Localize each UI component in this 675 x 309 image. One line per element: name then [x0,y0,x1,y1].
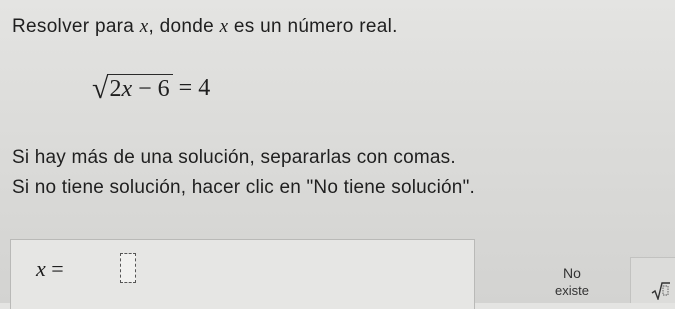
square-root-button[interactable] [630,257,675,303]
no-solution-label-line2: existe [555,283,589,298]
square-root-icon [651,282,670,300]
radicand-coefficient: 2 [109,75,122,102]
no-solution-button[interactable]: No existe [532,257,612,307]
answer-equals: = [45,256,64,281]
instruction-no-solution: Si no tiene solución, hacer clic en "No … [12,177,475,198]
instruction-multiple-solutions: Si hay más de una solución, separarlas c… [12,147,456,168]
equation: √ 2x − 6 = 4 [92,68,210,108]
radicand: 2x − 6 [107,73,173,103]
radicand-rest: − 6 [132,75,170,102]
answer-label: x = [36,256,64,282]
radicand-variable: x [121,75,133,102]
prompt-variable: x [139,16,149,37]
prompt-variable: x [219,16,229,37]
answer-input[interactable] [120,253,136,283]
equation-rhs: = 4 [178,74,211,101]
answer-variable: x [36,256,46,281]
radical-sign: √ [92,72,109,105]
no-solution-label-line1: No [563,265,581,281]
answer-area: x = [10,239,475,309]
problem-prompt: Resolver para x, donde x es un número re… [12,16,398,37]
